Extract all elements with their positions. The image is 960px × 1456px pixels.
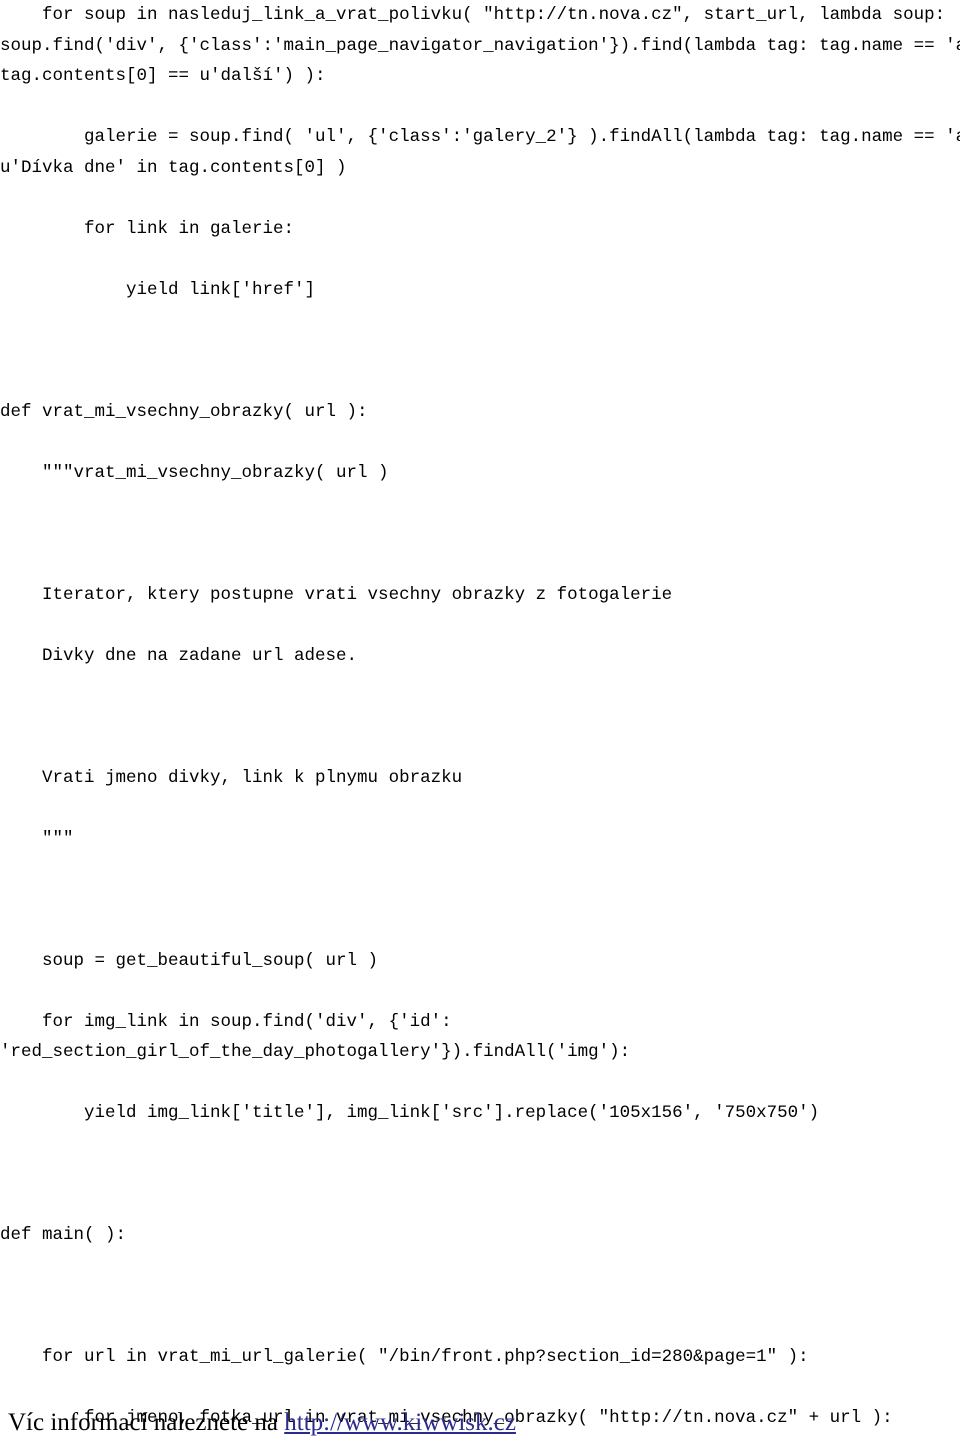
code-line: Divky dne na zadane url adese.: [0, 645, 358, 666]
code-line: Vrati jmeno divky, link k plnymu obrazku: [0, 767, 463, 788]
code-line: for img_link in soup.find('div', {'id':: [0, 1011, 452, 1032]
code-line: """vrat_mi_vsechny_obrazky( url ): [0, 462, 389, 483]
code-line: """: [0, 828, 74, 849]
footer-note: Víc informací naleznete na http://www.ki…: [8, 1407, 516, 1439]
code-line: soup.find('div', {'class':'main_page_nav…: [0, 35, 960, 56]
code-line: Iterator, ktery postupne vrati vsechny o…: [0, 584, 673, 605]
code-line: def vrat_mi_vsechny_obrazky( url ):: [0, 401, 368, 422]
code-line: galerie = soup.find( 'ul', {'class':'gal…: [0, 127, 960, 147]
code-line: def main( ):: [0, 1225, 127, 1245]
code-line: u'Dívka dne' in tag.contents[0] ): [0, 157, 347, 178]
kiwwisk-link[interactable]: http://www.kiwwisk.cz: [284, 1409, 516, 1436]
code-line: yield link['href']: [0, 279, 316, 300]
code-line: for soup in nasleduj_link_a_vrat_polivku…: [0, 5, 946, 25]
code-line: yield img_link['title'], img_link['src']…: [0, 1103, 820, 1123]
footer-prefix-text: Víc informací naleznete na: [8, 1409, 285, 1436]
code-line: tag.contents[0] == u'další') ):: [0, 66, 326, 86]
code-line: 'red_section_girl_of_the_day_photogaller…: [0, 1042, 631, 1062]
document-page: for soup in nasleduj_link_a_vrat_polivku…: [0, 0, 960, 1456]
python-code-listing: for soup in nasleduj_link_a_vrat_polivku…: [0, 0, 960, 1456]
code-line: soup = get_beautiful_soup( url ): [0, 950, 379, 971]
code-line: for url in vrat_mi_url_galerie( "/bin/fr…: [0, 1347, 809, 1367]
code-line: for link in galerie:: [0, 218, 295, 239]
